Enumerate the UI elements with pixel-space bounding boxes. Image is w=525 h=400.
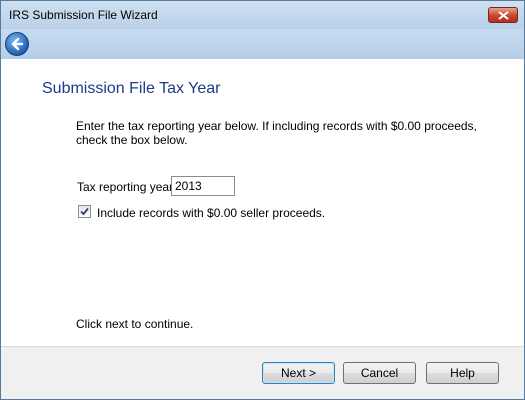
wizard-window: IRS Submission File Wizard Submission Fi… <box>0 0 525 400</box>
help-button[interactable]: Help <box>426 362 499 384</box>
navigation-bar <box>1 29 524 59</box>
next-button[interactable]: Next > <box>262 362 335 384</box>
back-arrow-icon <box>11 37 24 51</box>
wizard-content: Submission File Tax Year Enter the tax r… <box>1 59 524 347</box>
cancel-button[interactable]: Cancel <box>343 362 416 384</box>
window-title: IRS Submission File Wizard <box>9 8 158 22</box>
continue-hint: Click next to continue. <box>76 317 194 331</box>
checkmark-icon <box>80 207 89 216</box>
title-bar[interactable]: IRS Submission File Wizard <box>1 1 524 29</box>
back-button[interactable] <box>5 32 29 56</box>
page-title: Submission File Tax Year <box>42 80 221 97</box>
close-icon <box>498 11 509 20</box>
tax-year-label: Tax reporting year: <box>77 180 177 194</box>
include-zero-proceeds-label[interactable]: Include records with $0.00 seller procee… <box>97 206 325 220</box>
tax-year-input[interactable] <box>171 176 235 196</box>
include-zero-proceeds-checkbox[interactable] <box>78 205 91 218</box>
close-button[interactable] <box>488 7 518 23</box>
instructions-text: Enter the tax reporting year below. If i… <box>76 119 477 147</box>
